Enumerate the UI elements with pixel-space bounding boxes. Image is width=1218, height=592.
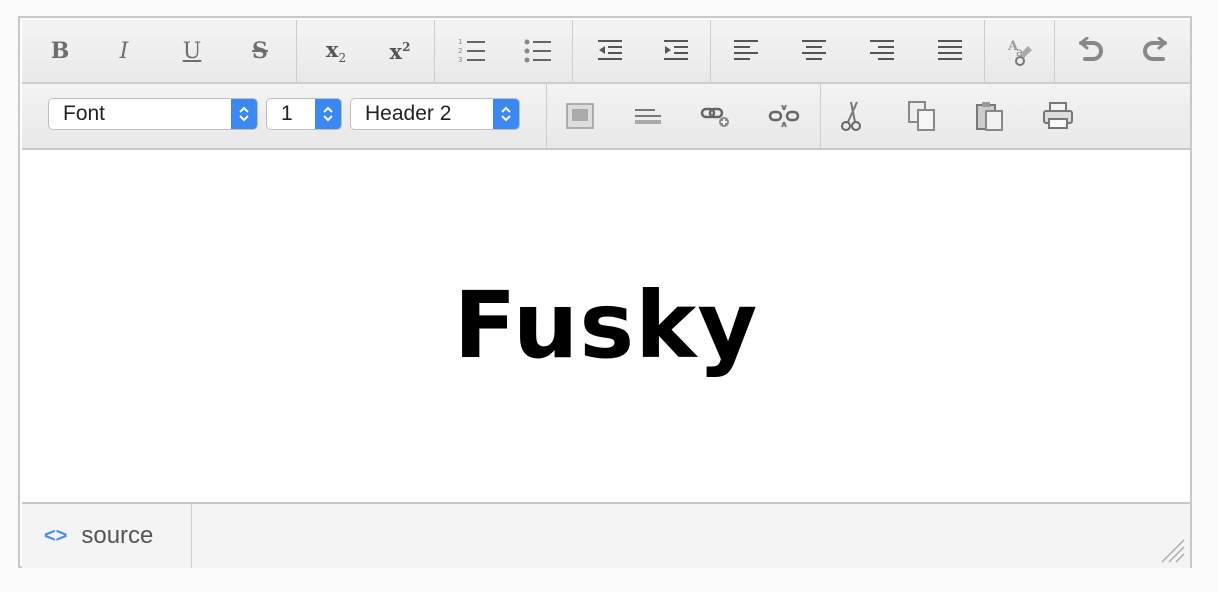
- copy-button[interactable]: [890, 84, 954, 148]
- format-select[interactable]: Header 2: [350, 98, 520, 130]
- paste-icon: [976, 102, 1003, 131]
- toolbar-separator: [984, 20, 985, 82]
- svg-text:3: 3: [458, 56, 462, 64]
- italic-icon: I: [119, 38, 129, 64]
- align-right-button[interactable]: [850, 20, 914, 82]
- bold-button[interactable]: B: [28, 20, 92, 82]
- strikethrough-icon: S: [252, 38, 268, 64]
- rich-text-editor: B I U S x2 x2 123 A a Font 1 Header 2 Fu…: [18, 16, 1192, 568]
- align-center-button[interactable]: [782, 20, 846, 82]
- toolbar-separator: [710, 20, 711, 82]
- printer-icon: [1043, 102, 1073, 129]
- insert-link-button[interactable]: [684, 84, 748, 148]
- toolbar-separator: [1054, 20, 1055, 82]
- undo-button[interactable]: [1058, 20, 1122, 82]
- svg-text:1: 1: [458, 38, 462, 46]
- outdent-button[interactable]: [578, 20, 642, 82]
- unordered-list-icon: [524, 39, 551, 63]
- align-left-icon: [734, 40, 758, 60]
- code-icon: <>: [44, 524, 68, 547]
- font-select-value: Font: [63, 102, 106, 125]
- superscript-mark: 2: [402, 39, 411, 54]
- unordered-list-button[interactable]: [506, 20, 570, 82]
- align-justify-icon: [938, 40, 962, 60]
- underline-button[interactable]: U: [160, 20, 224, 82]
- underline-icon: U: [182, 38, 202, 64]
- subscript-button[interactable]: x2: [304, 20, 368, 82]
- editor-content[interactable]: Fusky: [22, 150, 1190, 500]
- remove-format-button[interactable]: Aa: [988, 20, 1052, 82]
- bold-icon: B: [50, 38, 70, 64]
- remove-format-icon: Aa: [1007, 39, 1032, 66]
- horizontal-rule-button[interactable]: [616, 84, 680, 148]
- copy-icon: [908, 101, 935, 131]
- italic-button[interactable]: I: [92, 20, 156, 82]
- formatting-toolbar: B I U S x2 x2 123 A a: [22, 20, 1190, 84]
- superscript-icon: x2: [390, 39, 411, 64]
- print-button[interactable]: [1026, 84, 1090, 148]
- chevron-updown-icon: [231, 99, 257, 129]
- align-center-icon: [802, 40, 826, 60]
- resize-handle-icon[interactable]: [1158, 536, 1186, 564]
- insert-toolbar: Font 1 Header 2: [22, 84, 1190, 150]
- unlink-icon: [768, 104, 800, 128]
- toolbar-separator: [572, 20, 573, 82]
- align-right-icon: [870, 40, 894, 60]
- scissors-icon: [841, 101, 861, 131]
- source-button[interactable]: <> source: [22, 504, 192, 568]
- superscript-button[interactable]: x2: [368, 20, 432, 82]
- insert-image-button[interactable]: [548, 84, 612, 148]
- subscript-base: x: [325, 36, 339, 62]
- editor-footer: <> source: [22, 502, 1190, 568]
- font-select[interactable]: Font: [48, 98, 258, 130]
- link-icon: [700, 107, 729, 127]
- indent-icon: [664, 40, 688, 60]
- ordered-list-button[interactable]: 123: [440, 20, 504, 82]
- source-label: source: [81, 522, 154, 549]
- chevron-updown-icon: [315, 99, 341, 129]
- undo-icon: [1079, 37, 1103, 61]
- image-icon: [566, 103, 594, 129]
- toolbar-separator: [434, 20, 435, 82]
- size-select-value: 1: [281, 102, 293, 125]
- indent-button[interactable]: [644, 20, 708, 82]
- subscript-icon: x2: [326, 37, 346, 65]
- content-heading[interactable]: Fusky: [454, 272, 759, 379]
- align-justify-button[interactable]: [918, 20, 982, 82]
- align-left-button[interactable]: [714, 20, 778, 82]
- size-select[interactable]: 1: [266, 98, 342, 130]
- chevron-updown-icon: [493, 99, 519, 129]
- cut-button[interactable]: [820, 84, 884, 148]
- redo-button[interactable]: [1124, 20, 1188, 82]
- paste-button[interactable]: [958, 84, 1022, 148]
- toolbar-separator: [296, 20, 297, 82]
- svg-text:2: 2: [458, 47, 462, 55]
- outdent-icon: [598, 40, 622, 60]
- redo-icon: [1143, 37, 1167, 61]
- toolbar-separator: [546, 84, 547, 148]
- strikethrough-button[interactable]: S: [228, 20, 292, 82]
- ordered-list-icon: 123: [458, 38, 485, 64]
- superscript-base: x: [389, 38, 403, 64]
- format-select-value: Header 2: [365, 102, 452, 125]
- subscript-mark: 2: [338, 51, 347, 66]
- horizontal-rule-icon: [635, 109, 661, 124]
- unlink-button[interactable]: [752, 84, 816, 148]
